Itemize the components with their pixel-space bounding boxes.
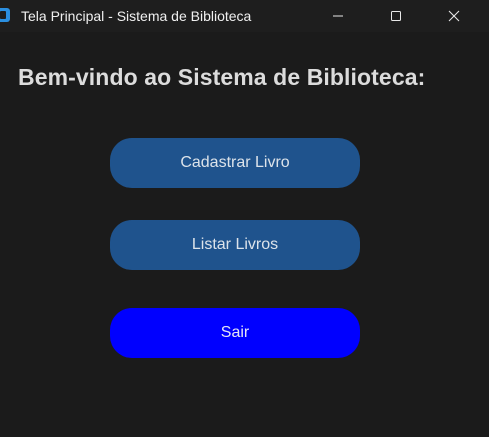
- minimize-icon: [333, 15, 343, 17]
- maximize-icon: [391, 11, 401, 21]
- close-button[interactable]: [431, 0, 477, 32]
- minimize-button[interactable]: [315, 0, 361, 32]
- window-title: Tela Principal - Sistema de Biblioteca: [21, 8, 252, 24]
- close-icon: [448, 10, 460, 22]
- list-books-label: Listar Livros: [191, 236, 279, 253]
- maximize-button[interactable]: [373, 0, 419, 32]
- main-window: Tela Principal - Sistema de Biblioteca B…: [0, 0, 489, 437]
- register-book-label: Cadastrar Livro: [180, 154, 290, 171]
- exit-button[interactable]: Sair: [110, 308, 360, 358]
- exit-label: Sair: [220, 324, 250, 341]
- app-window-icon: [0, 8, 10, 22]
- register-book-button[interactable]: Cadastrar Livro: [110, 138, 360, 188]
- title-bar[interactable]: Tela Principal - Sistema de Biblioteca: [0, 0, 489, 32]
- list-books-button[interactable]: Listar Livros: [110, 220, 360, 270]
- page-heading: Bem-vindo ao Sistema de Biblioteca:: [18, 64, 426, 90]
